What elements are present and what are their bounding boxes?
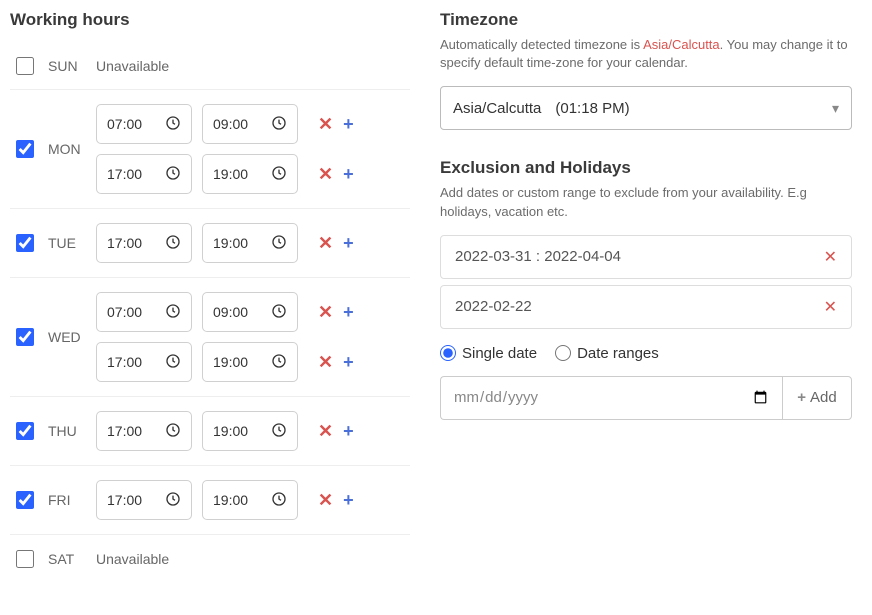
timezone-desc: Automatically detected timezone is Asia/… xyxy=(440,36,852,72)
day-label-tue: TUE xyxy=(48,235,96,251)
caret-down-icon: ▾ xyxy=(832,100,839,117)
clock-icon xyxy=(165,234,181,253)
unavailable-label: Unavailable xyxy=(96,58,169,74)
plus-icon: + xyxy=(797,389,806,406)
add-slot-button[interactable]: + xyxy=(341,420,356,442)
mode-range-radio[interactable] xyxy=(555,345,571,361)
day-label-mon: MON xyxy=(48,141,96,157)
timezone-title: Timezone xyxy=(440,10,852,30)
day-checkbox-sun[interactable] xyxy=(16,57,34,75)
remove-slot-button[interactable]: ✕ xyxy=(316,351,335,373)
working-hours-title: Working hours xyxy=(10,10,410,30)
day-checkbox-fri[interactable] xyxy=(16,491,34,509)
time-start-input[interactable]: 17:00 xyxy=(96,480,192,520)
day-label-sat: SAT xyxy=(48,551,96,567)
remove-slot-button[interactable]: ✕ xyxy=(316,113,335,135)
clock-icon xyxy=(271,165,287,184)
day-checkbox-wed[interactable] xyxy=(16,328,34,346)
detected-timezone: Asia/Calcutta xyxy=(643,37,720,52)
add-slot-button[interactable]: + xyxy=(341,489,356,511)
remove-slot-button[interactable]: ✕ xyxy=(316,232,335,254)
time-end-input[interactable]: 19:00 xyxy=(202,342,298,382)
time-start-input[interactable]: 17:00 xyxy=(96,223,192,263)
remove-exclusion-button[interactable]: ✕ xyxy=(824,247,837,267)
add-slot-button[interactable]: + xyxy=(341,163,356,185)
clock-icon xyxy=(165,422,181,441)
add-exclusion-button[interactable]: + Add xyxy=(782,376,852,420)
day-checkbox-sat[interactable] xyxy=(16,550,34,568)
time-start-input[interactable]: 17:00 xyxy=(96,342,192,382)
timezone-current-time: (01:18 PM) xyxy=(555,100,629,117)
day-checkbox-tue[interactable] xyxy=(16,234,34,252)
day-label-wed: WED xyxy=(48,329,96,345)
exclusion-date-input[interactable] xyxy=(440,376,782,420)
exclusion-desc: Add dates or custom range to exclude fro… xyxy=(440,184,852,220)
time-start-input[interactable]: 17:00 xyxy=(96,154,192,194)
remove-slot-button[interactable]: ✕ xyxy=(316,420,335,442)
exclusion-item: 2022-03-31 : 2022-04-04 ✕ xyxy=(440,235,852,279)
exclusion-item: 2022-02-22 ✕ xyxy=(440,285,852,329)
remove-slot-button[interactable]: ✕ xyxy=(316,489,335,511)
time-start-input[interactable]: 07:00 xyxy=(96,104,192,144)
day-label-thu: THU xyxy=(48,423,96,439)
timezone-select[interactable]: Asia/Calcutta (01:18 PM) ▾ xyxy=(440,86,852,130)
mode-range-option[interactable]: Date ranges xyxy=(555,345,659,362)
exclusion-item-text: 2022-02-22 xyxy=(455,298,532,315)
remove-slot-button[interactable]: ✕ xyxy=(316,163,335,185)
clock-icon xyxy=(165,491,181,510)
clock-icon xyxy=(271,303,287,322)
time-end-input[interactable]: 19:00 xyxy=(202,411,298,451)
remove-exclusion-button[interactable]: ✕ xyxy=(824,297,837,317)
exclusion-title: Exclusion and Holidays xyxy=(440,158,852,178)
clock-icon xyxy=(271,491,287,510)
time-start-input[interactable]: 07:00 xyxy=(96,292,192,332)
time-end-input[interactable]: 19:00 xyxy=(202,480,298,520)
clock-icon xyxy=(271,234,287,253)
add-slot-button[interactable]: + xyxy=(341,232,356,254)
remove-slot-button[interactable]: ✕ xyxy=(316,301,335,323)
exclusion-item-text: 2022-03-31 : 2022-04-04 xyxy=(455,248,621,265)
clock-icon xyxy=(165,353,181,372)
time-end-input[interactable]: 19:00 xyxy=(202,223,298,263)
timezone-selected-value: Asia/Calcutta xyxy=(453,100,541,117)
clock-icon xyxy=(165,303,181,322)
time-end-input[interactable]: 09:00 xyxy=(202,292,298,332)
mode-single-option[interactable]: Single date xyxy=(440,345,537,362)
add-slot-button[interactable]: + xyxy=(341,351,356,373)
add-slot-button[interactable]: + xyxy=(341,113,356,135)
add-slot-button[interactable]: + xyxy=(341,301,356,323)
day-label-fri: FRI xyxy=(48,492,96,508)
clock-icon xyxy=(165,115,181,134)
clock-icon xyxy=(271,353,287,372)
time-start-input[interactable]: 17:00 xyxy=(96,411,192,451)
clock-icon xyxy=(271,422,287,441)
clock-icon xyxy=(165,165,181,184)
mode-single-radio[interactable] xyxy=(440,345,456,361)
unavailable-label: Unavailable xyxy=(96,551,169,567)
time-end-input[interactable]: 09:00 xyxy=(202,104,298,144)
clock-icon xyxy=(271,115,287,134)
day-checkbox-thu[interactable] xyxy=(16,422,34,440)
day-checkbox-mon[interactable] xyxy=(16,140,34,158)
day-label-sun: SUN xyxy=(48,58,96,74)
time-end-input[interactable]: 19:00 xyxy=(202,154,298,194)
